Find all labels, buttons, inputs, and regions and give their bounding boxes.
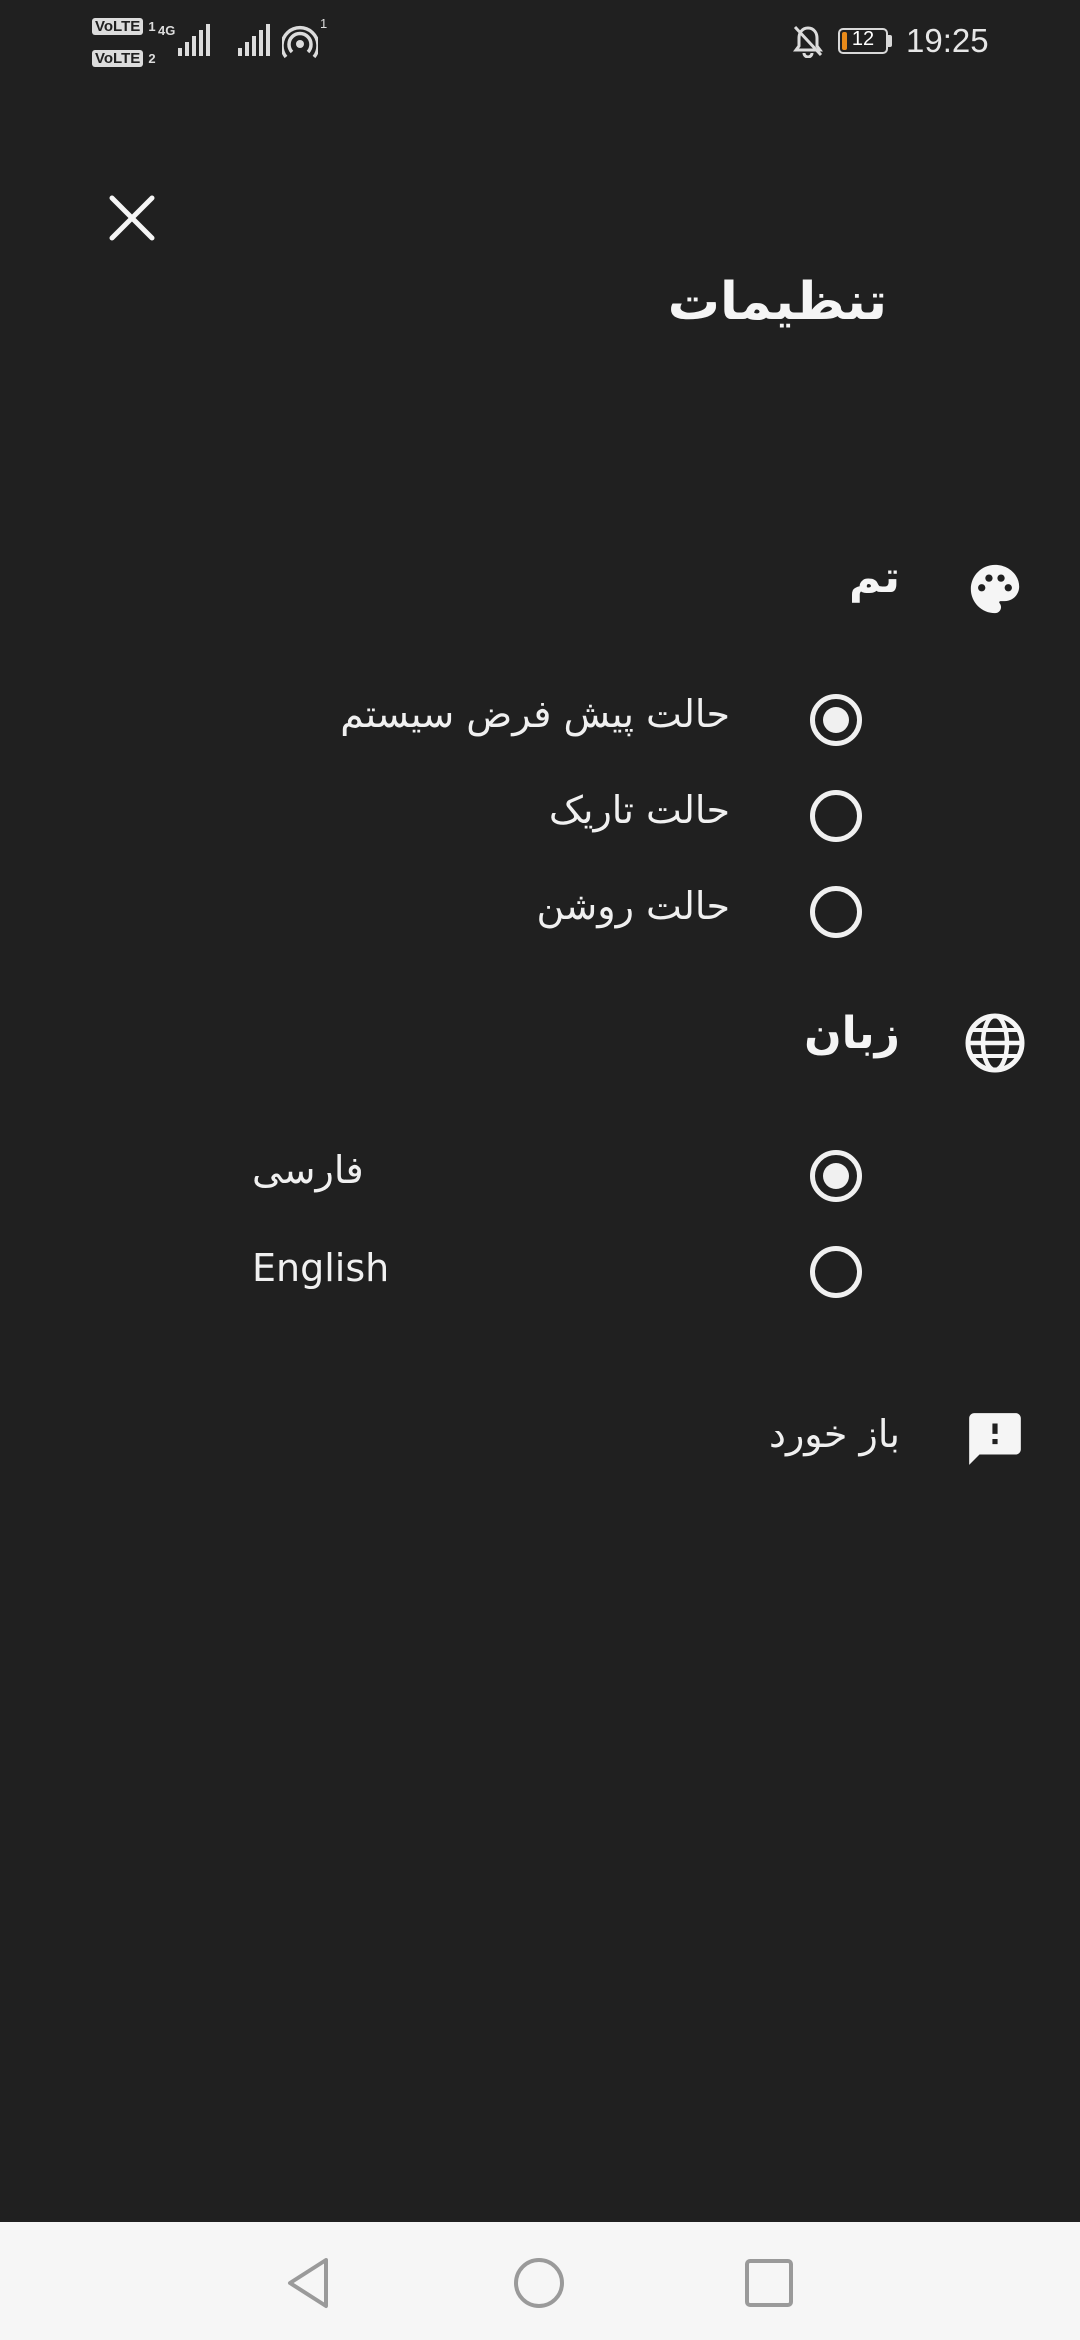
close-icon[interactable] [108, 194, 156, 242]
language-section: زبان فارسی English [0, 1000, 1080, 1320]
radio-button[interactable] [810, 886, 862, 938]
battery-level: 12 [851, 28, 875, 50]
radio-button[interactable] [810, 790, 862, 842]
option-label: حالت تاریک [548, 788, 730, 832]
radio-option-farsi[interactable]: فارسی [250, 1146, 890, 1208]
home-icon[interactable] [512, 2256, 566, 2310]
signal-icon [238, 24, 270, 56]
page-title: تنظیمات [667, 272, 887, 332]
notifications-off-icon [793, 25, 823, 58]
status-bar: VoLTE 1 VoLTE 2 4G 1 12 19:25 [0, 0, 1080, 90]
palette-icon [970, 564, 1020, 614]
option-label: حالت روشن [536, 884, 730, 928]
sim-number: 2 [148, 51, 156, 66]
signal-icon [178, 24, 210, 56]
radio-selected-dot [823, 1163, 849, 1189]
sim2-indicator: VoLTE 2 [92, 48, 156, 67]
option-label: حالت پیش فرض سیستم [340, 692, 730, 736]
volte-badge: VoLTE [92, 50, 144, 67]
radio-button[interactable] [810, 1246, 862, 1298]
hotspot-icon [282, 26, 318, 59]
radio-option-light-mode[interactable]: حالت روشن [330, 882, 890, 944]
option-label: English [252, 1246, 390, 1290]
volte-badge: VoLTE [92, 18, 144, 35]
back-icon[interactable] [284, 2256, 334, 2310]
hotspot-count: 1 [320, 16, 328, 31]
recents-icon[interactable] [744, 2258, 794, 2308]
feedback-label: باز خورد [769, 1412, 900, 1456]
radio-button[interactable] [810, 694, 862, 746]
navigation-bar [0, 2222, 1080, 2340]
radio-option-english[interactable]: English [250, 1242, 890, 1304]
feedback-icon [969, 1413, 1021, 1465]
radio-option-system-default[interactable]: حالت پیش فرض سیستم [330, 690, 890, 752]
radio-selected-dot [823, 707, 849, 733]
clock: 19:25 [906, 22, 989, 59]
network-type-label: 4G [158, 23, 176, 38]
radio-button[interactable] [810, 1150, 862, 1202]
option-label: فارسی [252, 1148, 364, 1192]
radio-option-dark-mode[interactable]: حالت تاریک [330, 786, 890, 848]
language-section-title: زبان [804, 1008, 900, 1059]
sim1-indicator: VoLTE 1 [92, 16, 156, 35]
theme-section-title: تم [848, 552, 900, 603]
battery-icon: 12 [838, 28, 898, 54]
feedback-item[interactable]: باز خورد [740, 1396, 1040, 1476]
globe-icon [965, 1013, 1025, 1073]
sim-number: 1 [148, 19, 156, 34]
theme-section: تم حالت پیش فرض سیستم حالت تاریک حالت رو… [0, 540, 1080, 940]
